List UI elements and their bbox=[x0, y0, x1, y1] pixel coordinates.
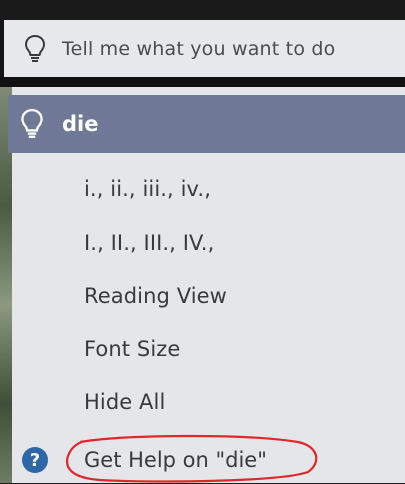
help-question-icon: ? bbox=[22, 447, 48, 473]
menu-item-hide-all[interactable]: Hide All bbox=[84, 390, 165, 414]
tell-me-placeholder: Tell me what you want to do bbox=[62, 37, 336, 60]
menu-item-reading-view[interactable]: Reading View bbox=[84, 284, 227, 308]
lightbulb-icon bbox=[21, 108, 43, 138]
red-highlight-circle bbox=[65, 434, 318, 483]
lightbulb-icon bbox=[24, 34, 46, 62]
window-top-strip bbox=[0, 0, 405, 20]
menu-item-font-size[interactable]: Font Size bbox=[84, 337, 180, 361]
search-query-bar[interactable]: die bbox=[8, 95, 405, 153]
search-query-text: die bbox=[62, 112, 99, 136]
tell-me-search-box[interactable]: Tell me what you want to do bbox=[0, 20, 405, 77]
divider bbox=[0, 77, 405, 87]
menu-item-uppercase-roman-numbering[interactable]: I., II., III., IV., bbox=[84, 231, 214, 255]
menu-item-lowercase-roman-numbering[interactable]: i., ii., iii., iv., bbox=[84, 177, 211, 201]
